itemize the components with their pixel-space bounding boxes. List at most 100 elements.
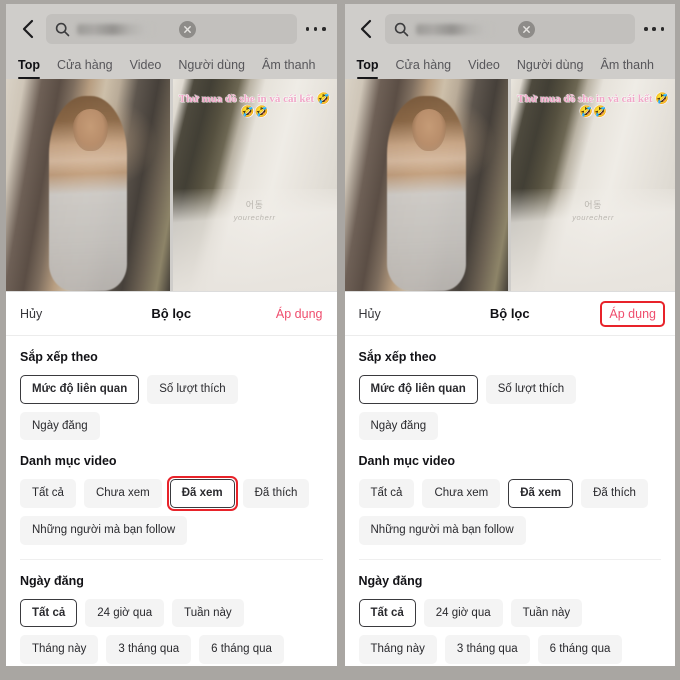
chip-watched[interactable]: Đã xem bbox=[508, 479, 574, 508]
tab-users[interactable]: Người dùng bbox=[178, 58, 245, 79]
chip-group-post-date: Tất cả 24 giờ qua Tuần này Tháng này 3 t… bbox=[20, 598, 323, 664]
search-query-text bbox=[77, 23, 172, 35]
watermark-main: 어동 bbox=[584, 199, 602, 210]
section-title: Danh mục video bbox=[358, 454, 456, 469]
filter-sheet-body: Sắp xếp theo Mức độ liên quan Số lượt th… bbox=[6, 336, 337, 666]
thumbnail-watermark: 어동 yourecherr bbox=[511, 198, 675, 222]
section-sort-by: Sắp xếp theo Mức độ liên quan Số lượt th… bbox=[358, 336, 662, 441]
tab-top[interactable]: Top bbox=[18, 58, 40, 79]
chevron-left-icon bbox=[359, 19, 372, 39]
chip-following[interactable]: Những người mà bạn follow bbox=[20, 515, 188, 545]
tab-video[interactable]: Video bbox=[130, 58, 162, 79]
screenshot-root: Top Cửa hàng Video Người dùng Âm thanh T… bbox=[0, 0, 680, 680]
search-icon bbox=[55, 22, 70, 37]
section-sort-by: Sắp xếp theo Mức độ liên quan Số lượt th… bbox=[20, 336, 323, 441]
chip-group-sort-by: Mức độ liên quan Số lượt thích Ngày đăng bbox=[358, 375, 662, 441]
chip-all-videos[interactable]: Tất cả bbox=[20, 479, 76, 508]
chip-date-6months[interactable]: 6 tháng qua bbox=[199, 635, 284, 664]
chip-likes[interactable]: Số lượt thích bbox=[147, 375, 238, 404]
search-tabs: Top Cửa hàng Video Người dùng Âm thanh bbox=[355, 45, 666, 79]
chip-date-week[interactable]: Tuần này bbox=[510, 598, 583, 628]
chip-all-videos[interactable]: Tất cả bbox=[358, 479, 415, 508]
clear-circle-icon[interactable] bbox=[179, 20, 196, 38]
thumbnail-overlay-caption: Thử mua đồ she in và cái kết 🤣🤣🤣 bbox=[178, 93, 331, 119]
filter-sheet-body: Sắp xếp theo Mức độ liên quan Số lượt th… bbox=[345, 336, 676, 666]
cancel-button[interactable]: Hủy bbox=[359, 307, 381, 321]
chip-following[interactable]: Những người mà bạn follow bbox=[358, 515, 526, 545]
chip-unwatched[interactable]: Chưa xem bbox=[422, 479, 501, 508]
cancel-button[interactable]: Hủy bbox=[20, 307, 42, 321]
apply-button[interactable]: Áp dụng bbox=[600, 300, 665, 327]
result-thumbnail[interactable]: Thử mua đồ she in và cái kết 🤣🤣🤣 어동 your… bbox=[172, 79, 337, 291]
result-thumbnail[interactable] bbox=[344, 79, 509, 291]
thumbnail-watermark: 어동 yourecherr bbox=[173, 198, 337, 222]
search-tabs: Top Cửa hàng Video Người dùng Âm thanh bbox=[16, 45, 327, 79]
phone-panel-left: Top Cửa hàng Video Người dùng Âm thanh T… bbox=[6, 4, 337, 666]
chip-watched[interactable]: Đã xem bbox=[166, 476, 238, 511]
section-title: Ngày đăng bbox=[20, 573, 84, 588]
search-input[interactable] bbox=[384, 14, 635, 44]
back-button[interactable] bbox=[16, 18, 38, 40]
section-title: Ngày đăng bbox=[358, 573, 423, 588]
watermark-sub: yourecherr bbox=[572, 212, 615, 222]
chip-date-month[interactable]: Tháng này bbox=[20, 635, 99, 664]
more-options-icon[interactable] bbox=[305, 27, 327, 31]
clear-circle-icon[interactable] bbox=[517, 20, 535, 38]
search-icon bbox=[394, 22, 409, 37]
search-results-grid: Thử mua đồ she in và cái kết 🤣🤣🤣 어동 your… bbox=[6, 79, 337, 291]
tab-shop[interactable]: Cửa hàng bbox=[395, 58, 451, 79]
chip-liked[interactable]: Đã thích bbox=[581, 479, 648, 508]
chip-group-video-category: Tất cả Chưa xem Đã xem Đã thích Những ng… bbox=[358, 479, 662, 545]
search-row bbox=[355, 13, 666, 45]
chip-group-post-date: Tất cả 24 giờ qua Tuần này Tháng này 3 t… bbox=[358, 598, 662, 664]
chip-likes[interactable]: Số lượt thích bbox=[485, 375, 577, 404]
chip-post-date[interactable]: Ngày đăng bbox=[20, 411, 100, 441]
chip-relevance[interactable]: Mức độ liên quan bbox=[20, 375, 140, 404]
chip-group-video-category: Tất cả Chưa xem Đã xem Đã thích Những ng… bbox=[20, 476, 323, 545]
search-query-text bbox=[415, 23, 511, 35]
chip-post-date[interactable]: Ngày đăng bbox=[358, 411, 439, 441]
search-row bbox=[16, 13, 327, 45]
result-thumbnail[interactable]: Thử mua đồ she in và cái kết 🤣🤣🤣 어동 your… bbox=[511, 79, 675, 291]
section-post-date: Ngày đăng Tất cả 24 giờ qua Tuần này Thá… bbox=[20, 558, 323, 664]
chip-date-6months[interactable]: 6 tháng qua bbox=[537, 635, 623, 664]
chevron-left-icon bbox=[21, 19, 34, 39]
section-title: Sắp xếp theo bbox=[358, 350, 437, 364]
filter-sheet: Hủy Bộ lọc Áp dụng Sắp xếp theo Mức độ l… bbox=[344, 291, 676, 666]
chip-date-week[interactable]: Tuần này bbox=[172, 598, 244, 628]
filter-sheet: Hủy Bộ lọc Áp dụng Sắp xếp theo Mức độ l… bbox=[6, 291, 337, 666]
watermark-sub: yourecherr bbox=[233, 212, 276, 222]
result-thumbnail[interactable] bbox=[6, 79, 170, 291]
chip-date-3months[interactable]: 3 tháng qua bbox=[444, 635, 530, 664]
chip-date-3months[interactable]: 3 tháng qua bbox=[106, 635, 192, 664]
section-title: Danh mục video bbox=[20, 454, 117, 469]
tab-top[interactable]: Top bbox=[356, 58, 378, 79]
chip-date-month[interactable]: Tháng này bbox=[358, 635, 437, 664]
more-options-icon[interactable] bbox=[643, 27, 665, 31]
chip-date-all[interactable]: Tất cả bbox=[20, 598, 78, 628]
filter-sheet-header: Hủy Bộ lọc Áp dụng bbox=[6, 292, 337, 336]
chip-group-sort-by: Mức độ liên quan Số lượt thích Ngày đăng bbox=[20, 375, 323, 441]
chip-date-all[interactable]: Tất cả bbox=[358, 598, 416, 628]
tab-shop[interactable]: Cửa hàng bbox=[57, 58, 113, 79]
watermark-main: 어동 bbox=[245, 199, 264, 210]
chip-unwatched[interactable]: Chưa xem bbox=[83, 479, 162, 508]
tab-video[interactable]: Video bbox=[468, 58, 500, 79]
chip-liked[interactable]: Đã thích bbox=[242, 479, 310, 508]
search-input[interactable] bbox=[46, 14, 297, 44]
tab-sounds[interactable]: Âm thanh bbox=[262, 58, 316, 79]
apply-button[interactable]: Áp dụng bbox=[276, 307, 323, 321]
chip-date-24h[interactable]: 24 giờ qua bbox=[423, 598, 503, 628]
phone-panel-right: Top Cửa hàng Video Người dùng Âm thanh T… bbox=[344, 4, 676, 666]
search-chrome: Top Cửa hàng Video Người dùng Âm thanh bbox=[6, 4, 337, 79]
section-post-date: Ngày đăng Tất cả 24 giờ qua Tuần này Thá… bbox=[358, 558, 662, 664]
back-button[interactable] bbox=[355, 18, 377, 40]
tab-users[interactable]: Người dùng bbox=[517, 58, 584, 79]
tab-sounds[interactable]: Âm thanh bbox=[600, 58, 654, 79]
chip-date-24h[interactable]: 24 giờ qua bbox=[85, 598, 165, 628]
chip-relevance[interactable]: Mức độ liên quan bbox=[358, 375, 478, 404]
section-video-category: Danh mục video Tất cả Chưa xem Đã xem Đã… bbox=[20, 440, 323, 545]
section-video-category: Danh mục video Tất cả Chưa xem Đã xem Đã… bbox=[358, 440, 662, 545]
filter-sheet-header: Hủy Bộ lọc Áp dụng bbox=[344, 292, 675, 336]
thumbnail-overlay-caption: Thử mua đồ she in và cái kết 🤣🤣🤣 bbox=[517, 93, 669, 119]
